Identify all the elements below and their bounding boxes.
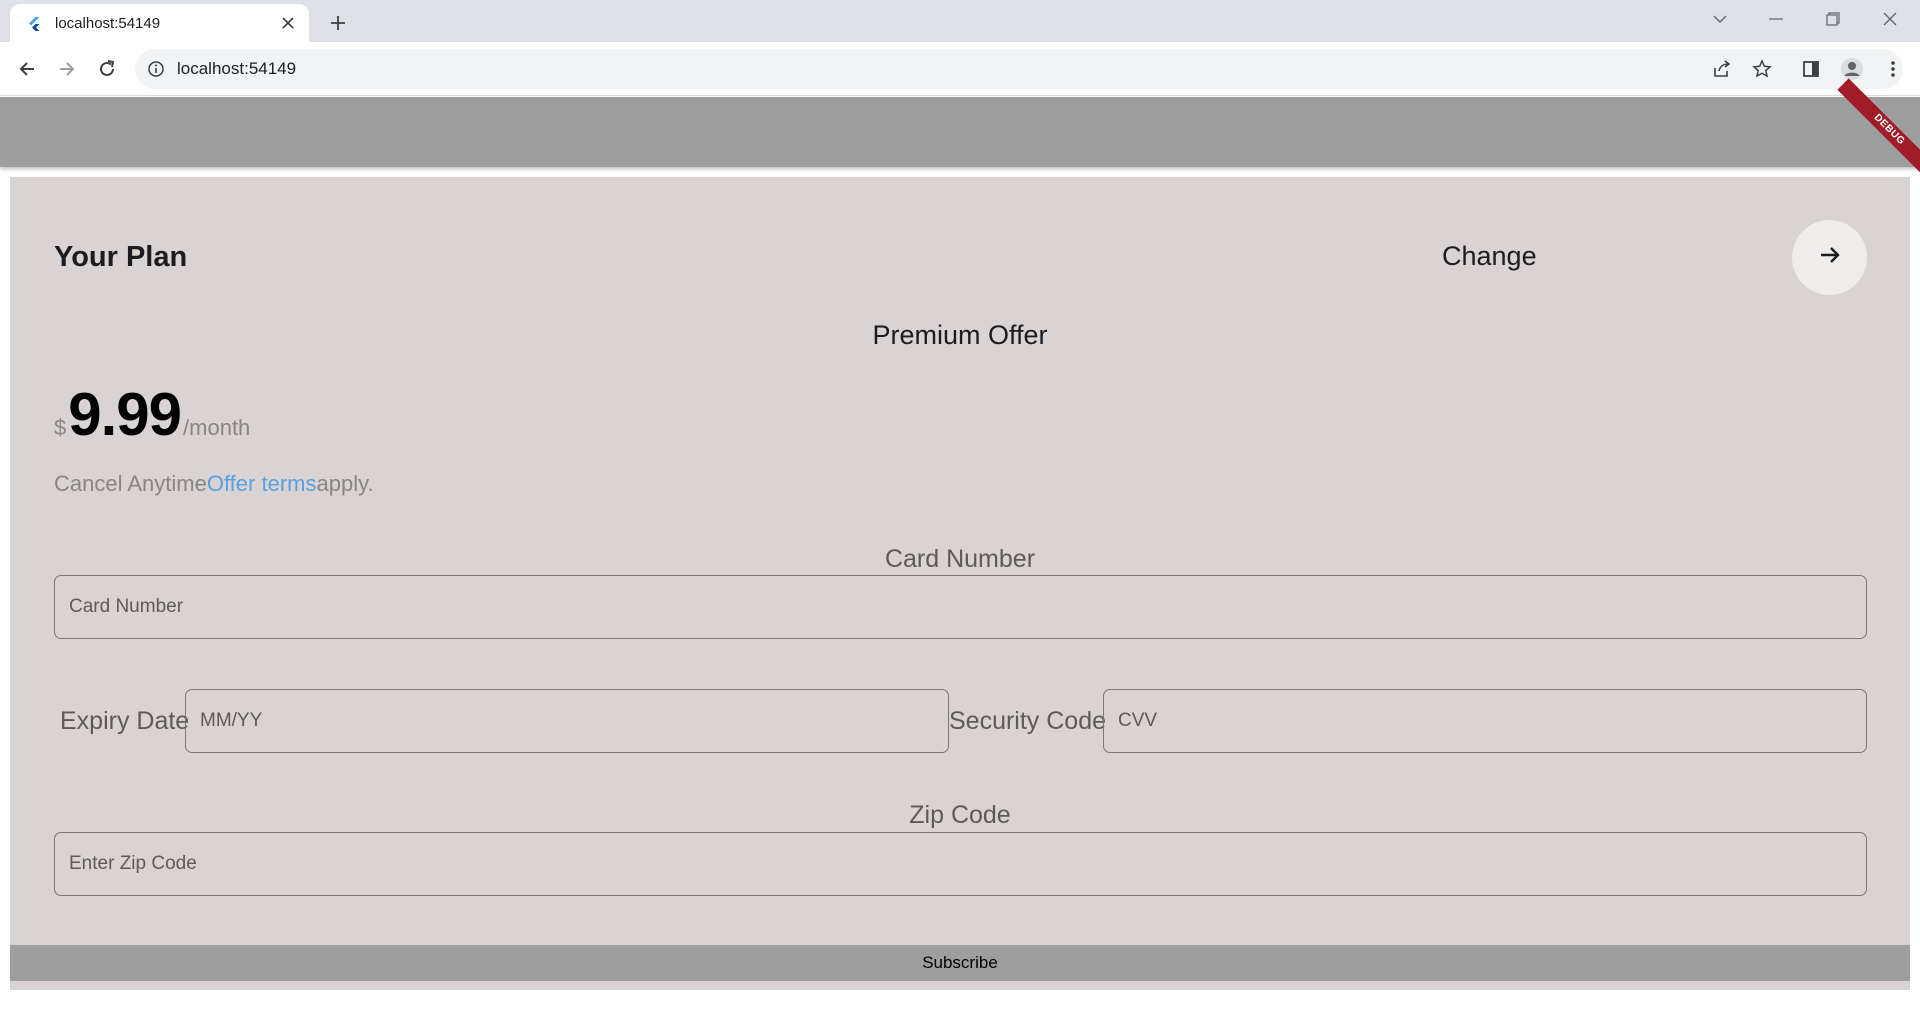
security-code-input[interactable]: CVV xyxy=(1103,689,1867,753)
expiry-date-label: Expiry Date xyxy=(60,707,190,735)
zip-code-input[interactable]: Enter Zip Code xyxy=(54,832,1867,896)
zip-code-label: Zip Code xyxy=(909,801,1011,829)
new-tab-icon[interactable] xyxy=(324,9,352,37)
more-menu-icon[interactable] xyxy=(1877,53,1909,85)
subscribe-button[interactable]: Subscribe xyxy=(10,945,1910,981)
arrow-forward-icon xyxy=(1818,243,1842,272)
card-number-label: Card Number xyxy=(884,545,1036,573)
plan-title: Your Plan xyxy=(54,241,188,273)
browser-tab-strip: localhost:54149 xyxy=(0,0,1920,42)
card-number-input[interactable]: Card Number xyxy=(54,575,1867,639)
offer-title: Premium Offer xyxy=(872,320,1048,350)
security-code-label: Security Code xyxy=(949,707,1107,735)
close-tab-icon[interactable] xyxy=(278,13,298,33)
browser-tab[interactable]: localhost:54149 xyxy=(10,4,309,42)
terms-suffix-text: apply. xyxy=(316,471,374,496)
tab-title: localhost:54149 xyxy=(55,15,161,32)
expiry-date-input[interactable]: MM/YY xyxy=(185,689,949,753)
plan-card: Your Plan Change Premium Offer $ 9.99 /m… xyxy=(10,177,1910,990)
price-amount: 9.99 xyxy=(68,381,182,448)
url-text: localhost:54149 xyxy=(177,59,297,78)
app-bar xyxy=(0,97,1920,167)
bookmark-star-icon[interactable] xyxy=(1746,53,1778,85)
reload-icon[interactable] xyxy=(91,53,123,85)
card-number-placeholder: Card Number xyxy=(69,596,184,617)
security-code-placeholder: CVV xyxy=(1118,710,1158,731)
back-icon[interactable] xyxy=(11,53,43,85)
price: $ 9.99 /month xyxy=(54,380,250,449)
tab-search-chevron-icon[interactable] xyxy=(1692,0,1748,38)
close-window-icon[interactable] xyxy=(1862,0,1918,38)
forward-icon[interactable] xyxy=(51,53,83,85)
expiry-date-placeholder: MM/YY xyxy=(200,710,263,731)
minimize-icon[interactable] xyxy=(1748,0,1804,38)
change-plan-button[interactable] xyxy=(1792,220,1867,295)
offer-terms-link[interactable]: Offer terms xyxy=(207,471,317,496)
terms-text: Cancel AnytimeOffer termsapply. xyxy=(54,471,374,497)
cancel-anytime-text: Cancel Anytime xyxy=(54,471,207,496)
browser-toolbar: localhost:54149 xyxy=(0,42,1920,96)
price-period: /month xyxy=(183,415,251,440)
zip-code-placeholder: Enter Zip Code xyxy=(69,853,197,874)
share-icon[interactable] xyxy=(1706,53,1738,85)
restore-icon[interactable] xyxy=(1805,0,1861,38)
side-panel-icon[interactable] xyxy=(1795,53,1827,85)
flutter-favicon-icon xyxy=(26,16,42,32)
address-bar[interactable]: localhost:54149 xyxy=(135,49,1903,89)
price-currency: $ xyxy=(54,415,67,440)
change-label: Change xyxy=(1442,241,1537,271)
profile-avatar-icon[interactable] xyxy=(1836,53,1868,85)
site-info-icon[interactable] xyxy=(147,60,165,78)
